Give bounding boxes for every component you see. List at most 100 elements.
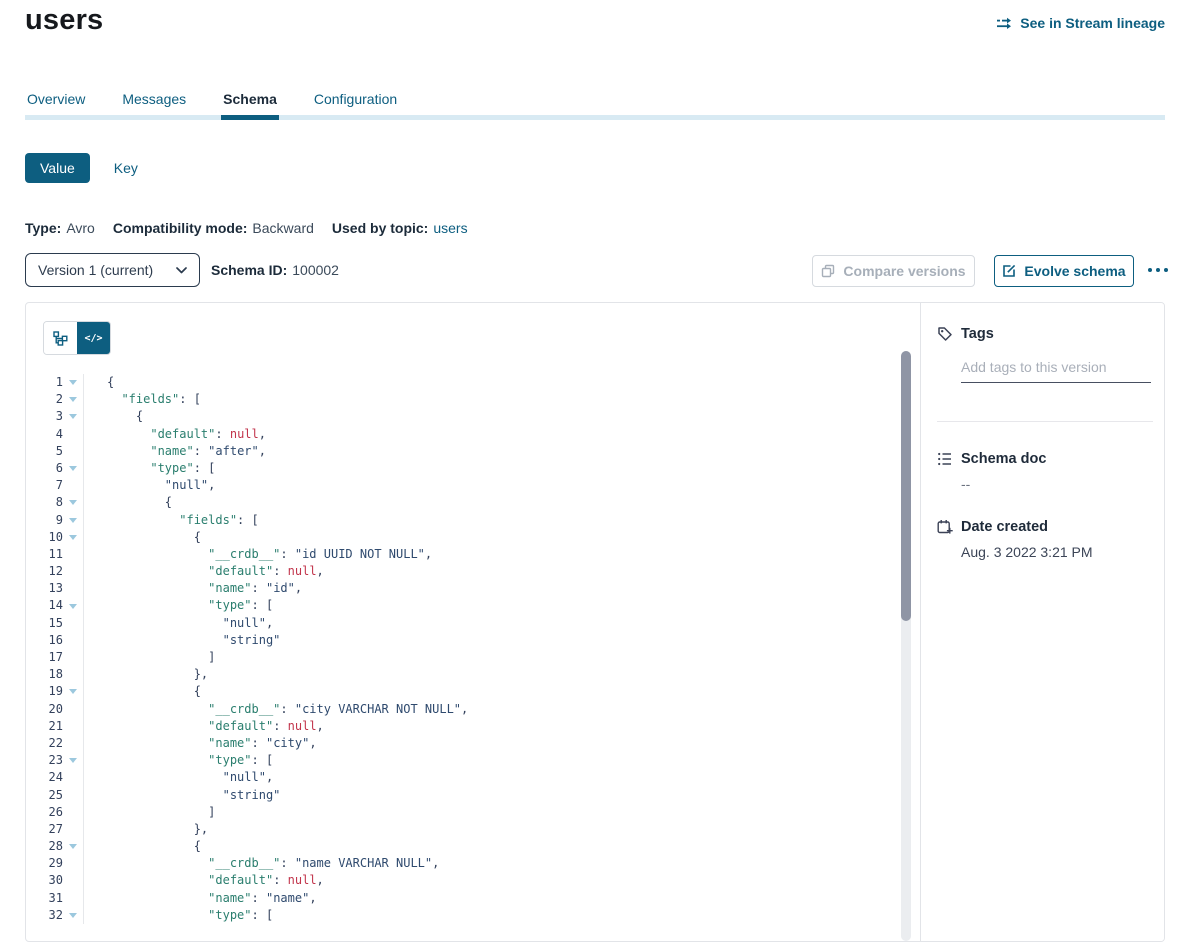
fold-arrow-icon[interactable] [69,414,77,419]
schema-doc-value: -- [961,476,970,492]
gutter-fold-column [63,408,84,425]
fold-arrow-icon[interactable] [69,500,77,505]
line-number: 22 [26,735,63,752]
fold-arrow-icon[interactable] [69,689,77,694]
line-number: 30 [26,872,63,889]
editor-scrollbar-track[interactable] [901,351,911,941]
fold-arrow-icon[interactable] [69,844,77,849]
tags-input[interactable] [961,355,1151,383]
fold-arrow-icon[interactable] [69,466,77,471]
code-line: 16 "string" [26,632,902,649]
line-number: 4 [26,426,63,443]
stream-lineage-link[interactable]: See in Stream lineage [996,15,1165,31]
schema-doc-title: Schema doc [961,451,1046,467]
gutter-fold-column [63,752,84,769]
fold-arrow-icon[interactable] [69,380,77,385]
line-number: 8 [26,494,63,511]
gutter-fold-column [63,512,84,529]
code-editor: 1{2 "fields": [3 {4 "default": null,5 "n… [26,374,902,924]
code-text: "null", [84,477,215,494]
code-text: "__crdb__": "name VARCHAR NULL", [84,855,439,872]
code-text: "name": "city", [84,735,317,752]
gutter-fold-column [63,649,84,666]
meta-item: Type:Avro [25,220,95,236]
line-number: 13 [26,580,63,597]
line-number: 2 [26,391,63,408]
gutter-fold-column [63,855,84,872]
version-select-value: Version 1 (current) [38,262,153,278]
line-number: 26 [26,804,63,821]
code-line: 13 "name": "id", [26,580,902,597]
fold-arrow-icon[interactable] [69,518,77,523]
stream-lineage-label: See in Stream lineage [1020,15,1165,31]
evolve-schema-label: Evolve schema [1024,263,1125,279]
tab-messages[interactable]: Messages [120,90,188,120]
code-text: { [84,408,143,425]
line-number: 20 [26,701,63,718]
code-line: 26 ] [26,804,902,821]
gutter-fold-column [63,683,84,700]
code-text: "default": null, [84,563,324,580]
fold-arrow-icon[interactable] [69,758,77,763]
tab-configuration[interactable]: Configuration [312,90,399,120]
more-options-button[interactable] [1146,262,1170,278]
code-line: 25 "string" [26,787,902,804]
schema-id-value: 100002 [292,262,339,278]
tree-view-button[interactable] [44,322,77,354]
line-number: 18 [26,666,63,683]
line-number: 32 [26,907,63,924]
code-text: "string" [84,632,280,649]
fold-arrow-icon[interactable] [69,397,77,402]
topic-link[interactable]: users [433,220,467,236]
gutter-fold-column [63,615,84,632]
code-line: 23 "type": [ [26,752,902,769]
code-view-button[interactable]: </> [77,322,110,354]
code-line: 18 }, [26,666,902,683]
stream-lineage-icon [996,16,1013,31]
line-number: 1 [26,374,63,391]
code-text: { [84,529,201,546]
code-line: 6 "type": [ [26,460,902,477]
gutter-fold-column [63,494,84,511]
page-title: users [25,4,103,37]
value-toggle-button[interactable]: Value [25,153,90,183]
meta-value: Avro [66,220,95,236]
compare-icon [821,264,835,278]
meta-item: Compatibility mode:Backward [113,220,314,236]
gutter-fold-column [63,769,84,786]
schema-panel: </> 1{2 "fields": [3 {4 "default": null,… [25,302,1165,942]
gutter-fold-column [63,580,84,597]
compare-versions-button[interactable]: Compare versions [812,255,975,287]
code-line: 30 "default": null, [26,872,902,889]
fold-arrow-icon[interactable] [69,913,77,918]
gutter-fold-column [63,477,84,494]
code-line: 19 { [26,683,902,700]
tab-schema[interactable]: Schema [221,90,279,120]
tab-overview[interactable]: Overview [25,90,87,120]
code-line: 32 "type": [ [26,907,902,924]
code-text: "__crdb__": "id UUID NOT NULL", [84,546,432,563]
line-number: 6 [26,460,63,477]
compare-versions-label: Compare versions [843,263,965,279]
code-line: 28 { [26,838,902,855]
line-number: 9 [26,512,63,529]
line-number: 16 [26,632,63,649]
version-select[interactable]: Version 1 (current) [25,253,200,287]
line-number: 23 [26,752,63,769]
gutter-fold-column [63,872,84,889]
code-text: "fields": [ [84,391,201,408]
sidebar-divider [937,421,1153,422]
code-text: { [84,838,201,855]
line-number: 19 [26,683,63,700]
gutter-fold-column [63,443,84,460]
fold-arrow-icon[interactable] [69,535,77,540]
gutter-fold-column [63,597,84,614]
key-toggle-button[interactable]: Key [114,160,138,176]
line-number: 21 [26,718,63,735]
evolve-schema-button[interactable]: Evolve schema [994,255,1134,287]
code-text: "type": [ [84,460,215,477]
code-line: 29 "__crdb__": "name VARCHAR NULL", [26,855,902,872]
fold-arrow-icon[interactable] [69,604,77,609]
editor-scrollbar-thumb[interactable] [901,351,911,621]
view-mode-toggle: </> [43,321,111,355]
